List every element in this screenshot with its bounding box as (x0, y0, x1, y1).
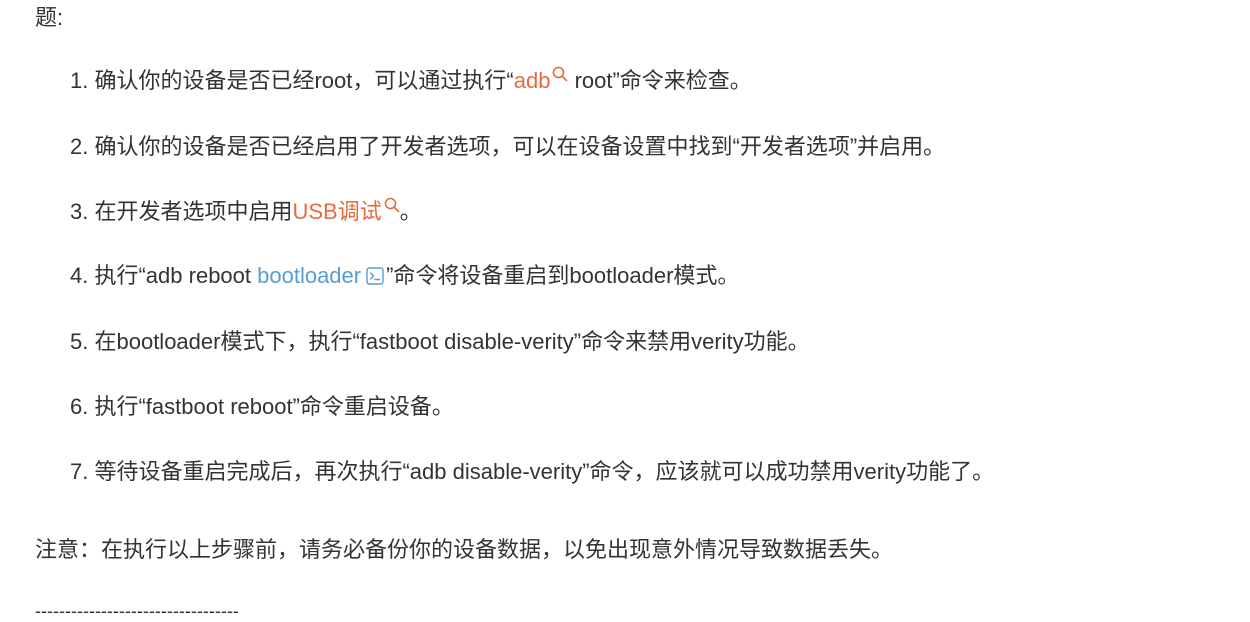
step-text: 执行“adb reboot (94, 263, 258, 288)
step-text: 确认你的设备是否已经root，可以通过执行“ (94, 68, 514, 93)
keyword-label[interactable]: USB调试 (293, 199, 382, 224)
search-icon[interactable] (384, 197, 400, 213)
keyword-label[interactable]: adb (514, 68, 551, 93)
article-content: 题: 1. 确认你的设备是否已经root，可以通过执行“adb root”命令来… (0, 0, 1250, 622)
intro-text-tail: 题: (35, 5, 64, 30)
step-text: 执行“fastboot reboot”命令重启设备。 (94, 394, 454, 419)
step-number: 5. (70, 329, 89, 354)
step-text: 等待设备重启完成后，再次执行“adb disable-verity”命令，应该就… (94, 459, 995, 484)
terminal-icon[interactable] (366, 267, 384, 285)
keyword-label[interactable]: bootloader (257, 263, 361, 288)
step-number: 7. (70, 459, 89, 484)
separator-line: ---------------------------------- (35, 601, 239, 621)
list-item: 7. 等待设备重启完成后，再次执行“adb disable-verity”命令，… (70, 457, 994, 487)
step-text: 确认你的设备是否已经启用了开发者选项，可以在设备设置中找到“开发者选项”并启用。 (94, 134, 946, 159)
step-text: 。 (399, 199, 422, 224)
step-number: 6. (70, 394, 89, 419)
search-keyword-link-adb[interactable]: adb (514, 66, 569, 93)
step-text: ”命令将设备重启到bootloader模式。 (386, 263, 740, 288)
list-item: 5. 在bootloader模式下，执行“fastboot disable-ve… (70, 327, 810, 357)
search-keyword-link-usb-debugging[interactable]: USB调试 (293, 197, 400, 224)
step-text: 在bootloader模式下，执行“fastboot disable-verit… (94, 329, 810, 354)
list-item: 1. 确认你的设备是否已经root，可以通过执行“adb root”命令来检查。 (70, 66, 752, 96)
list-item: 2. 确认你的设备是否已经启用了开发者选项，可以在设备设置中找到“开发者选项”并… (70, 132, 945, 162)
code-keyword-link-bootloader[interactable]: bootloader (257, 263, 386, 288)
step-text: root”命令来检查。 (568, 68, 752, 93)
step-number: 2. (70, 134, 89, 159)
list-item: 6. 执行“fastboot reboot”命令重启设备。 (70, 392, 454, 422)
step-text: 在开发者选项中启用 (94, 199, 293, 224)
step-number: 1. (70, 68, 89, 93)
step-number: 3. (70, 199, 89, 224)
step-number: 4. (70, 263, 89, 288)
search-icon[interactable] (552, 66, 568, 82)
list-item: 3. 在开发者选项中启用USB调试。 (70, 197, 422, 227)
warning-note: 注意：在执行以上步骤前，请务必备份你的设备数据，以免出现意外情况导致数据丢失。 (35, 537, 894, 562)
list-item: 4. 执行“adb reboot bootloader ”命令将设备重启到boot… (70, 261, 739, 291)
